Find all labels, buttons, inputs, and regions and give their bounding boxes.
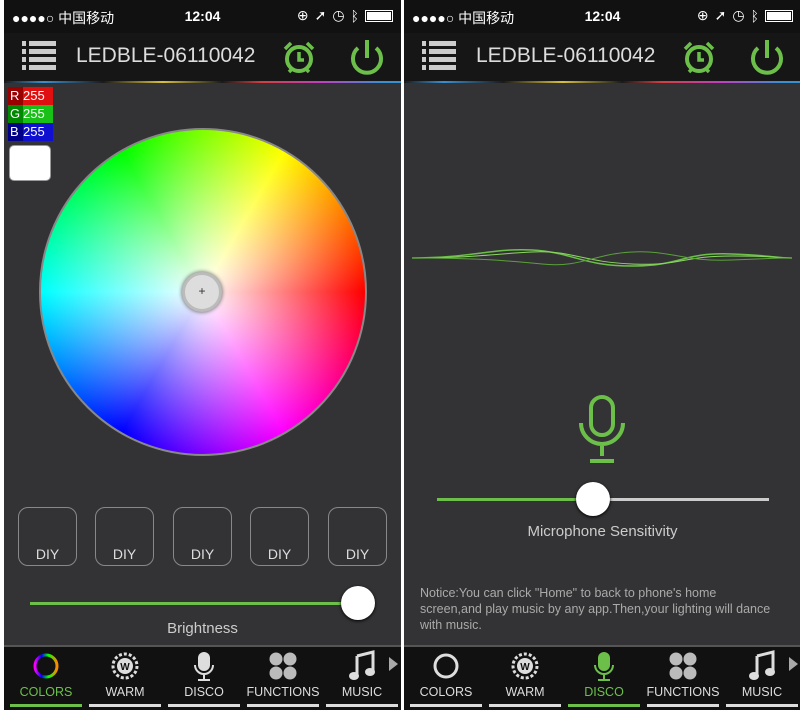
- tab-label: COLORS: [419, 685, 473, 699]
- r-label: R: [8, 87, 23, 105]
- status-icons: ⊕ ➚ ◷ ᛒ: [697, 7, 793, 24]
- alarm-clock-icon[interactable]: [679, 37, 719, 77]
- alarm-status-icon: ◷: [332, 7, 345, 23]
- tab-functions[interactable]: FUNCTIONS: [245, 647, 321, 707]
- diy-button-2[interactable]: DIY: [95, 507, 154, 566]
- tab-bar: COLORS W WARM DISCO FUNCTIONS MUSIC: [404, 645, 800, 710]
- slider-thumb[interactable]: [576, 482, 611, 516]
- tab-disco[interactable]: DISCO: [166, 647, 242, 707]
- tab-warm[interactable]: W WARM: [487, 647, 563, 707]
- warm-sun-icon: W: [87, 647, 163, 685]
- divider: [4, 81, 401, 83]
- more-tabs-arrow-icon[interactable]: [789, 657, 798, 671]
- tab-warm[interactable]: W WARM: [87, 647, 163, 707]
- app-header: LEDBLE-06110042: [404, 33, 800, 81]
- functions-icon: [245, 647, 321, 685]
- tab-label: FUNCTIONS: [246, 685, 320, 699]
- tab-label: DISCO: [184, 685, 224, 699]
- tab-label: DISCO: [584, 685, 624, 699]
- tab-label: WARM: [505, 685, 545, 699]
- diy-button-4[interactable]: DIY: [250, 507, 309, 566]
- tab-music[interactable]: MUSIC: [324, 647, 400, 707]
- diy-button-1[interactable]: DIY: [18, 507, 77, 566]
- svg-text:W: W: [120, 662, 130, 673]
- tab-colors[interactable]: COLORS: [408, 647, 484, 707]
- notice-text: Notice:You can click "Home" to back to p…: [420, 586, 771, 632]
- tab-label: COLORS: [19, 685, 73, 699]
- tab-disco[interactable]: DISCO: [566, 647, 642, 707]
- tab-music[interactable]: MUSIC: [724, 647, 800, 707]
- tab-label: MUSIC: [741, 685, 783, 699]
- microphone-icon: [579, 395, 625, 463]
- menu-icon[interactable]: [422, 41, 456, 71]
- colors-screen: ●●●●○ 中国移动 12:04 ⊕ ➚ ◷ ᛒ LEDBLE-06110042 R2…: [4, 0, 401, 710]
- color-picker-knob[interactable]: +: [182, 272, 222, 312]
- warm-sun-icon: W: [487, 647, 563, 685]
- tab-label: FUNCTIONS: [646, 685, 720, 699]
- power-icon[interactable]: [746, 36, 788, 78]
- status-bar: ●●●●○ 中国移动 12:04 ⊕ ➚ ◷ ᛒ: [404, 0, 800, 33]
- tab-colors[interactable]: COLORS: [8, 647, 84, 707]
- svg-text:W: W: [520, 662, 530, 673]
- color-ring-icon: [8, 647, 84, 685]
- r-value: 255: [23, 88, 45, 103]
- menu-icon[interactable]: [22, 41, 56, 71]
- rgb-readout: R 255 G 255 B 255: [8, 87, 53, 141]
- disco-screen: ●●●●○ 中国移动 12:04 ⊕ ➚ ◷ ᛒ LEDBLE-06110042 Mi…: [404, 0, 800, 710]
- microphone-icon: [566, 647, 642, 685]
- tab-label: MUSIC: [341, 685, 383, 699]
- bluetooth-icon: ᛒ: [750, 7, 759, 24]
- tab-label: WARM: [105, 685, 145, 699]
- functions-icon: [645, 647, 721, 685]
- power-icon[interactable]: [346, 36, 388, 78]
- microphone-sensitivity-slider[interactable]: [437, 482, 769, 516]
- status-bar: ●●●●○ 中国移动 12:04 ⊕ ➚ ◷ ᛒ: [4, 0, 401, 33]
- more-tabs-arrow-icon[interactable]: [389, 657, 398, 671]
- g-label: G: [8, 105, 23, 123]
- device-title: LEDBLE-06110042: [76, 44, 256, 67]
- alarm-status-icon: ◷: [732, 7, 745, 23]
- battery-icon: [365, 9, 393, 22]
- tab-functions[interactable]: FUNCTIONS: [645, 647, 721, 707]
- b-value: 255: [23, 124, 45, 139]
- battery-icon: [765, 9, 793, 22]
- g-value: 255: [23, 106, 45, 121]
- microphone-sensitivity-label: Microphone Sensitivity: [527, 523, 678, 540]
- brightness-label: Brightness: [167, 620, 238, 637]
- tab-bar: COLORS W WARM DISCO FUNCTIONS MUSIC: [4, 645, 401, 710]
- location-icon: ➚: [314, 7, 327, 23]
- rotation-lock-icon: ⊕: [296, 7, 309, 23]
- brightness-slider[interactable]: [30, 586, 375, 620]
- microphone-icon: [166, 647, 242, 685]
- diy-button-5[interactable]: DIY: [328, 507, 387, 566]
- location-icon: ➚: [714, 7, 727, 23]
- sound-wave: [412, 248, 792, 267]
- bluetooth-icon: ᛒ: [350, 7, 359, 24]
- color-ring-icon: [408, 647, 484, 685]
- color-swatch: [9, 145, 51, 181]
- rotation-lock-icon: ⊕: [696, 7, 709, 23]
- b-label: B: [8, 123, 23, 141]
- slider-thumb[interactable]: [341, 586, 375, 620]
- diy-button-3[interactable]: DIY: [173, 507, 232, 566]
- app-header: LEDBLE-06110042: [4, 33, 401, 81]
- divider: [404, 81, 800, 83]
- alarm-clock-icon[interactable]: [279, 37, 319, 77]
- device-title: LEDBLE-06110042: [476, 44, 656, 67]
- status-icons: ⊕ ➚ ◷ ᛒ: [297, 7, 393, 24]
